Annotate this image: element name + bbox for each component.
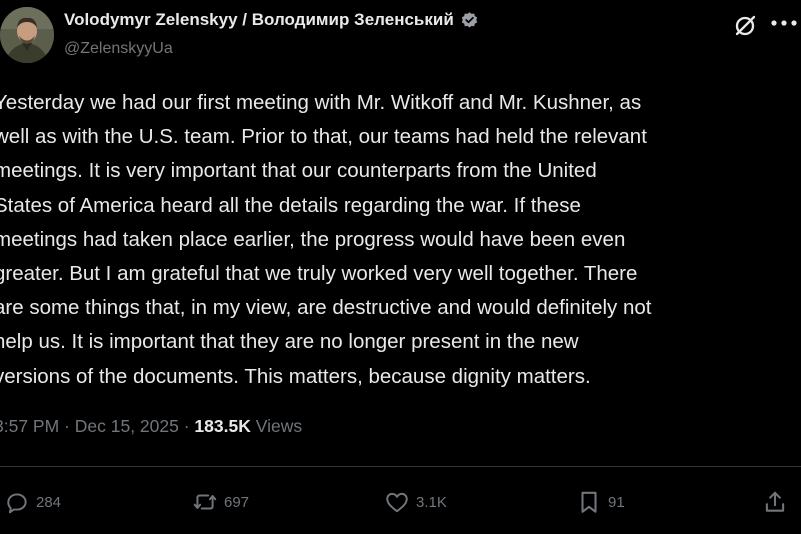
post-date[interactable]: Dec 15, 2025 bbox=[75, 416, 179, 436]
author-handle[interactable]: @ZelenskyyUa bbox=[64, 40, 173, 58]
post-text-line: States of America heard all the details … bbox=[0, 193, 581, 217]
action-bar: 284 697 3.1K 91 bbox=[0, 484, 801, 520]
like-count: 3.1K bbox=[416, 493, 447, 511]
post-text-line: greater. But I am grateful that we truly… bbox=[0, 261, 638, 285]
reply-button[interactable]: 284 bbox=[4, 484, 61, 520]
grok-icon[interactable] bbox=[733, 12, 759, 38]
more-icon bbox=[771, 20, 797, 26]
post-time[interactable]: 3:57 PM bbox=[0, 416, 59, 436]
meta-separator: · bbox=[59, 416, 75, 436]
like-button[interactable]: 3.1K bbox=[384, 484, 447, 520]
post-text-line: versions of the documents. This matters,… bbox=[0, 364, 591, 388]
author-name[interactable]: Volodymyr Zelenskyy / Володимир Зеленськ… bbox=[64, 10, 454, 30]
post-text-line: are some things that, in my view, are de… bbox=[0, 296, 652, 320]
post-meta: 3:57 PM · Dec 15, 2025 · 183.5K Views bbox=[0, 416, 302, 437]
views-label: Views bbox=[255, 416, 303, 436]
post: Volodymyr Zelenskyy / Володимир Зеленськ… bbox=[0, 0, 801, 534]
post-header: Volodymyr Zelenskyy / Володимир Зеленськ… bbox=[0, 0, 801, 70]
repost-button[interactable]: 697 bbox=[192, 484, 249, 520]
post-text-line: meetings. It is very important that our … bbox=[0, 159, 597, 183]
author-name-row[interactable]: Volodymyr Zelenskyy / Володимир Зеленськ… bbox=[64, 10, 479, 30]
repost-count: 697 bbox=[224, 493, 250, 511]
views-count: 183.5K bbox=[194, 416, 251, 436]
reply-icon bbox=[7, 493, 27, 514]
divider bbox=[0, 466, 801, 467]
post-text-line: help us. It is important that they are n… bbox=[0, 330, 579, 354]
heart-icon bbox=[386, 492, 408, 513]
share-icon bbox=[765, 491, 785, 512]
meta-separator: · bbox=[178, 416, 195, 436]
more-options-button[interactable] bbox=[768, 10, 800, 36]
verified-badge-icon bbox=[460, 11, 479, 30]
avatar[interactable] bbox=[0, 7, 54, 63]
share-button[interactable] bbox=[762, 484, 788, 520]
bookmark-icon bbox=[581, 491, 597, 513]
post-text-line: well as with the U.S. team. Prior to tha… bbox=[0, 125, 647, 149]
post-text-line: meetings had taken place earlier, the pr… bbox=[0, 227, 626, 251]
reply-count: 284 bbox=[36, 493, 62, 511]
post-text: Yesterday we had our first meeting with … bbox=[0, 86, 801, 394]
bookmark-button[interactable]: 91 bbox=[576, 484, 625, 520]
bookmark-count: 91 bbox=[608, 493, 625, 511]
repost-icon bbox=[193, 494, 217, 510]
post-text-line: Yesterday we had our first meeting with … bbox=[0, 91, 642, 114]
